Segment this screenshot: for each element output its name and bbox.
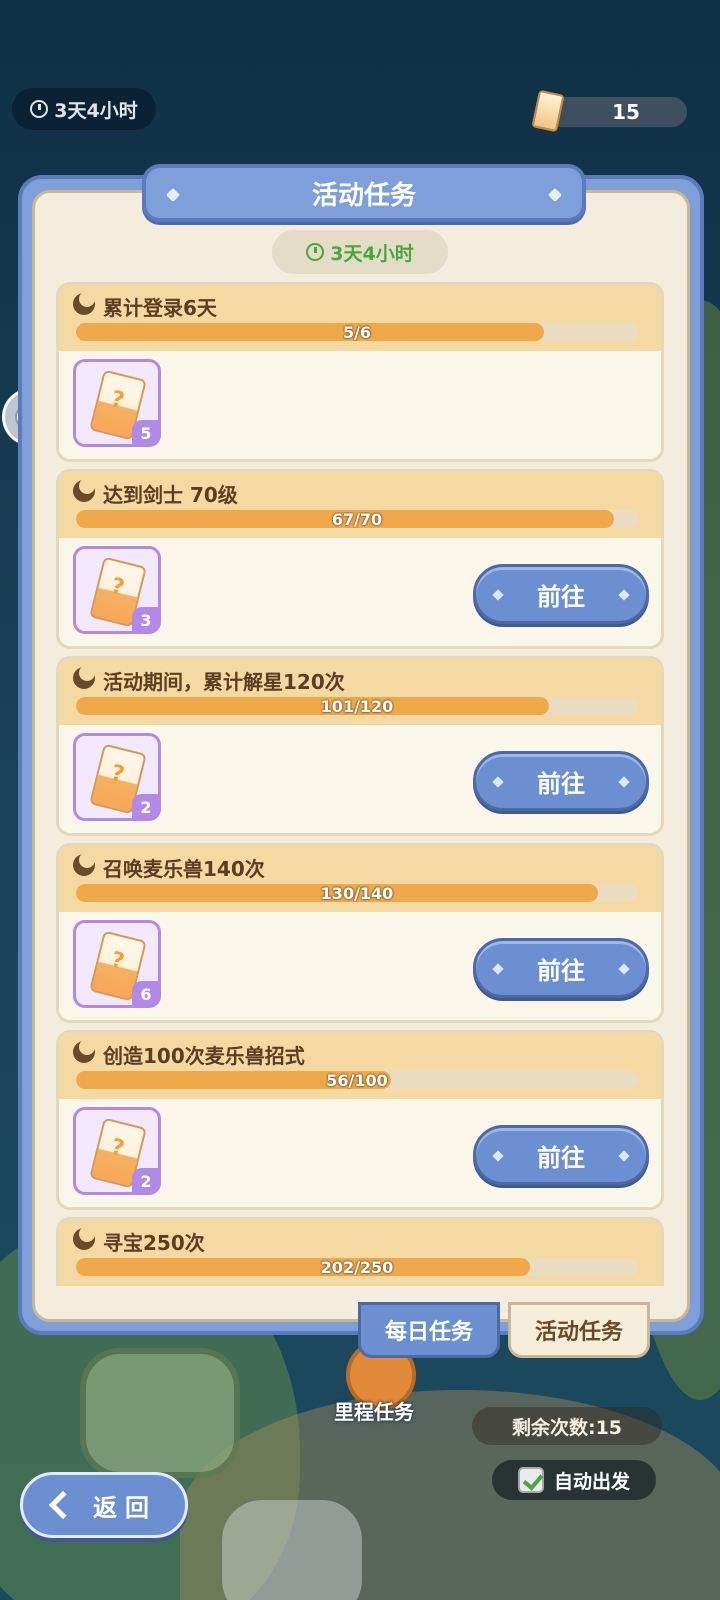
progress-bar: 130/140 bbox=[76, 884, 638, 902]
back-arrow-icon bbox=[48, 1490, 78, 1520]
progress-bar: 5/6 bbox=[76, 323, 638, 341]
clock-icon bbox=[30, 100, 49, 118]
go-button[interactable]: 前往 bbox=[473, 1125, 649, 1185]
progress-bar: 67/70 bbox=[76, 510, 638, 528]
task-card: 达到剑士 70级 67/70 ? 3 前往 bbox=[56, 469, 664, 649]
clock-icon bbox=[306, 243, 325, 261]
task-title: 寻宝250次 bbox=[103, 1231, 205, 1255]
progress-text: 101/120 bbox=[320, 697, 394, 715]
reward-item[interactable]: ? 6 bbox=[73, 920, 161, 1008]
task-list[interactable]: 累计登录6天 5/6 ? 5 达到剑士 70级 67/70 ? 3 前往 活动期… bbox=[56, 282, 664, 1286]
task-badge-icon bbox=[73, 1226, 95, 1250]
back-button[interactable]: 返回 bbox=[20, 1472, 188, 1538]
go-button[interactable]: 前往 bbox=[473, 564, 649, 624]
panel-timer: 3天4小时 bbox=[272, 230, 448, 274]
crown-badge bbox=[80, 1348, 240, 1478]
progress-bar: 202/250 bbox=[76, 1258, 638, 1276]
task-header: 累计登录6天 5/6 bbox=[59, 285, 661, 351]
go-button[interactable]: 前往 bbox=[473, 938, 649, 998]
tab-daily-label: 每日任务 bbox=[384, 1320, 473, 1345]
task-badge-icon bbox=[73, 1039, 95, 1063]
reward-item[interactable]: ? 2 bbox=[73, 1107, 161, 1195]
task-title: 活动期间，累计解星120次 bbox=[103, 670, 345, 694]
task-card: 活动期间，累计解星120次 101/120 ? 2 前往 bbox=[56, 656, 664, 836]
task-card: 召唤麦乐兽140次 130/140 ? 6 前往 bbox=[56, 843, 664, 1023]
reward-item[interactable]: ? 3 bbox=[73, 546, 161, 634]
task-header: 创造100次麦乐兽招式 56/100 bbox=[59, 1033, 661, 1099]
panel-title: 活动任务 bbox=[311, 180, 416, 211]
reward-item[interactable]: ? 5 bbox=[73, 359, 161, 447]
reward-count: 2 bbox=[132, 1168, 160, 1194]
progress-text: 130/140 bbox=[320, 884, 394, 902]
back-label: 返回 bbox=[93, 1493, 157, 1522]
tab-event-label: 活动任务 bbox=[534, 1320, 623, 1345]
panel-timer-text: 3天4小时 bbox=[330, 242, 414, 265]
task-card: 创造100次麦乐兽招式 56/100 ? 2 前往 bbox=[56, 1030, 664, 1210]
reward-count: 2 bbox=[132, 794, 160, 820]
task-header: 寻宝250次 202/250 bbox=[59, 1220, 661, 1286]
task-card: 累计登录6天 5/6 ? 5 bbox=[56, 282, 664, 462]
progress-text: 56/100 bbox=[326, 1071, 388, 1089]
map-badge bbox=[222, 1500, 362, 1600]
task-badge-icon bbox=[73, 291, 95, 315]
task-badge-icon bbox=[73, 478, 95, 502]
task-header: 达到剑士 70级 67/70 bbox=[59, 472, 661, 538]
auto-go-label: 自动出发 bbox=[553, 1470, 630, 1493]
task-header: 活动期间，累计解星120次 101/120 bbox=[59, 659, 661, 725]
remaining-count: 剩余次数:15 bbox=[472, 1407, 662, 1445]
reward-item[interactable]: ? 2 bbox=[73, 733, 161, 821]
reward-count: 5 bbox=[132, 420, 160, 446]
task-title: 累计登录6天 bbox=[103, 296, 217, 320]
reward-count: 6 bbox=[132, 981, 160, 1007]
progress-text: 202/250 bbox=[320, 1258, 394, 1276]
reward-count: 3 bbox=[132, 607, 160, 633]
progress-text: 5/6 bbox=[342, 323, 372, 341]
event-timer-text: 3天4小时 bbox=[54, 99, 138, 122]
task-header: 召唤麦乐兽140次 130/140 bbox=[59, 846, 661, 912]
star-icon bbox=[547, 187, 563, 203]
progress-bar: 56/100 bbox=[76, 1071, 638, 1089]
tab-daily-tasks[interactable]: 每日任务 bbox=[358, 1302, 500, 1358]
tab-event-tasks[interactable]: 活动任务 bbox=[508, 1302, 650, 1358]
task-card: 寻宝250次 202/250 bbox=[56, 1217, 664, 1286]
progress-text: 67/70 bbox=[331, 510, 383, 528]
go-button[interactable]: 前往 bbox=[473, 751, 649, 811]
task-title: 创造100次麦乐兽招式 bbox=[103, 1044, 305, 1068]
star-icon bbox=[165, 187, 181, 203]
task-badge-icon bbox=[73, 852, 95, 876]
panel-title-banner: 活动任务 bbox=[142, 164, 586, 222]
checkbox-icon[interactable] bbox=[517, 1467, 544, 1493]
task-title: 召唤麦乐兽140次 bbox=[103, 857, 265, 881]
task-title: 达到剑士 70级 bbox=[103, 483, 238, 507]
task-badge-icon bbox=[73, 665, 95, 689]
auto-go-toggle[interactable]: 自动出发 bbox=[492, 1460, 656, 1500]
ticket-currency: 15 bbox=[545, 97, 687, 127]
progress-bar: 101/120 bbox=[76, 697, 638, 715]
ticket-amount: 15 bbox=[612, 100, 640, 124]
milestone-label[interactable]: 里程任务 bbox=[334, 1396, 414, 1425]
event-timer: 3天4小时 bbox=[12, 88, 156, 130]
